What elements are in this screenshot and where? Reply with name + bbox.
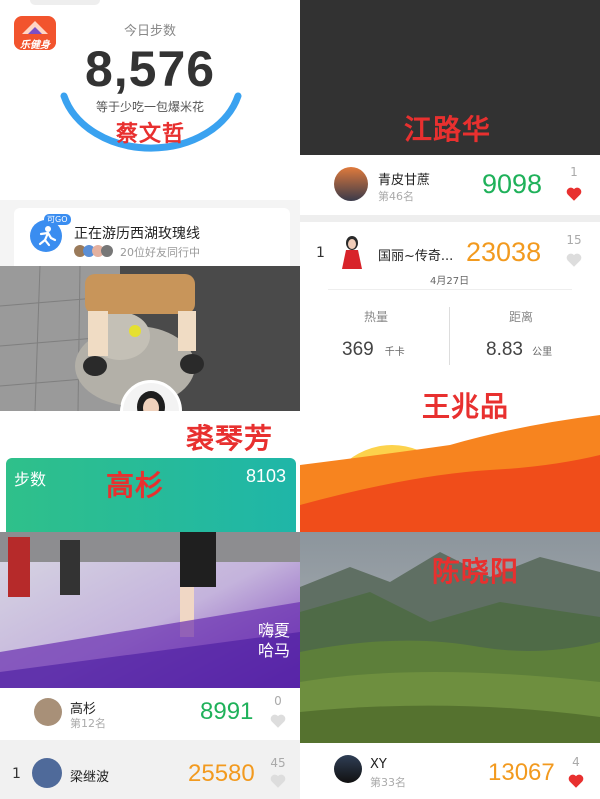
heart-icon[interactable] xyxy=(565,251,583,269)
user-rank: 第12名 xyxy=(70,717,106,730)
user-name: 梁继波 xyxy=(70,770,110,785)
heart-icon[interactable] xyxy=(565,185,583,203)
rank-row-liang[interactable]: 1 梁继波 25580 45 xyxy=(0,740,300,799)
person-name-overlay: 裘琴芳 xyxy=(186,422,274,455)
record-date: 4月27日 xyxy=(430,276,470,287)
calorie-unit: 千卡 xyxy=(384,347,405,358)
heart-icon[interactable] xyxy=(269,712,287,730)
calorie-value: 369 千卡 xyxy=(342,339,405,361)
friend-avatars xyxy=(74,245,118,257)
challenge-panel: 可GO 正在游历西湖玫瑰线 20位好友同行中 xyxy=(0,200,300,266)
rank-row-qingpi[interactable]: 青皮甘蔗 第46名 9098 1 xyxy=(300,155,600,215)
person-name-overlay: 高杉 xyxy=(106,469,165,502)
user-steps: 8991 xyxy=(200,698,254,725)
avatar-portrait xyxy=(342,236,362,269)
person-name-overlay: 江路华 xyxy=(404,113,492,146)
steps-green-card[interactable]: 步数 高杉 8103 xyxy=(0,458,300,532)
like-count: 45 xyxy=(270,756,286,770)
user-steps: 25580 xyxy=(188,760,255,787)
rank-position: 1 xyxy=(316,245,325,261)
rank-row-xy[interactable]: XY 第33名 13067 4 xyxy=(300,743,600,799)
name-strip: 裘琴芳 xyxy=(0,411,300,458)
svg-text:嗨夏: 嗨夏 xyxy=(258,621,290,640)
challenge-badge: 可GO xyxy=(44,214,71,225)
avatar[interactable] xyxy=(334,167,368,201)
calorie-label: 热量 xyxy=(364,310,389,324)
distance-number: 8.83 xyxy=(486,339,523,360)
green-card-value: 8103 xyxy=(245,466,286,486)
avatar-portrait xyxy=(123,383,179,411)
challenge-card[interactable]: 可GO 正在游历西湖玫瑰线 20位好友同行中 xyxy=(14,208,290,266)
like-count: 0 xyxy=(274,694,282,708)
person-name-overlay: 蔡文哲 xyxy=(116,122,186,147)
sun-wave-graphic xyxy=(300,415,600,532)
challenge-friends: 20位好友同行中 xyxy=(120,246,200,259)
user-rank: 第33名 xyxy=(370,776,406,789)
heart-icon[interactable] xyxy=(269,772,287,790)
dark-panel: 江路华 xyxy=(300,0,600,155)
heart-icon[interactable] xyxy=(567,772,585,790)
person-name-overlay: 陈晓阳 xyxy=(432,555,520,588)
like-count: 4 xyxy=(572,755,580,769)
distance-value: 8.83 公里 xyxy=(486,339,552,361)
avatar[interactable] xyxy=(338,235,366,269)
svg-text:哈马: 哈马 xyxy=(258,641,290,660)
like-count: 1 xyxy=(570,165,578,179)
divider xyxy=(328,289,572,290)
calorie-number: 369 xyxy=(342,339,374,360)
rank-position: 1 xyxy=(12,766,21,782)
marathon-image: 嗨夏 哈马 xyxy=(0,532,300,688)
rank-detail-guoli[interactable]: 1 国丽~传奇... 23038 15 4月27日 热量 369 千卡 距离 8… xyxy=(300,215,600,532)
user-name: 青皮甘蔗 xyxy=(378,173,431,188)
steps-panel: 乐健身 今日步数 8,576 等于少吃一包爆米花 蔡文哲 xyxy=(0,0,300,200)
user-name: 国丽~传奇... xyxy=(378,249,454,264)
divider xyxy=(300,215,600,222)
like-count: 15 xyxy=(566,233,582,247)
distance-label: 距离 xyxy=(509,310,534,324)
avatar[interactable] xyxy=(34,698,62,726)
user-rank: 第46名 xyxy=(378,190,414,203)
divider xyxy=(449,307,450,365)
user-name: XY xyxy=(370,757,387,772)
avatar[interactable] xyxy=(334,755,362,783)
user-steps: 9098 xyxy=(482,169,543,199)
avatar[interactable] xyxy=(32,758,62,788)
steps-progress-arc xyxy=(60,92,242,152)
challenge-title: 正在游历西湖玫瑰线 xyxy=(74,226,200,242)
marathon-photo: 嗨夏 哈马 xyxy=(0,532,300,688)
user-steps: 13067 xyxy=(488,759,555,786)
mountain-photo: 陈晓阳 xyxy=(300,532,600,743)
user-steps: 23038 xyxy=(466,237,542,267)
rank-row-gaoshan[interactable]: 高杉 第12名 8991 0 xyxy=(0,688,300,740)
distance-unit: 公里 xyxy=(532,347,553,358)
photo-panel-left xyxy=(0,266,300,411)
green-card-label: 步数 xyxy=(14,470,47,489)
